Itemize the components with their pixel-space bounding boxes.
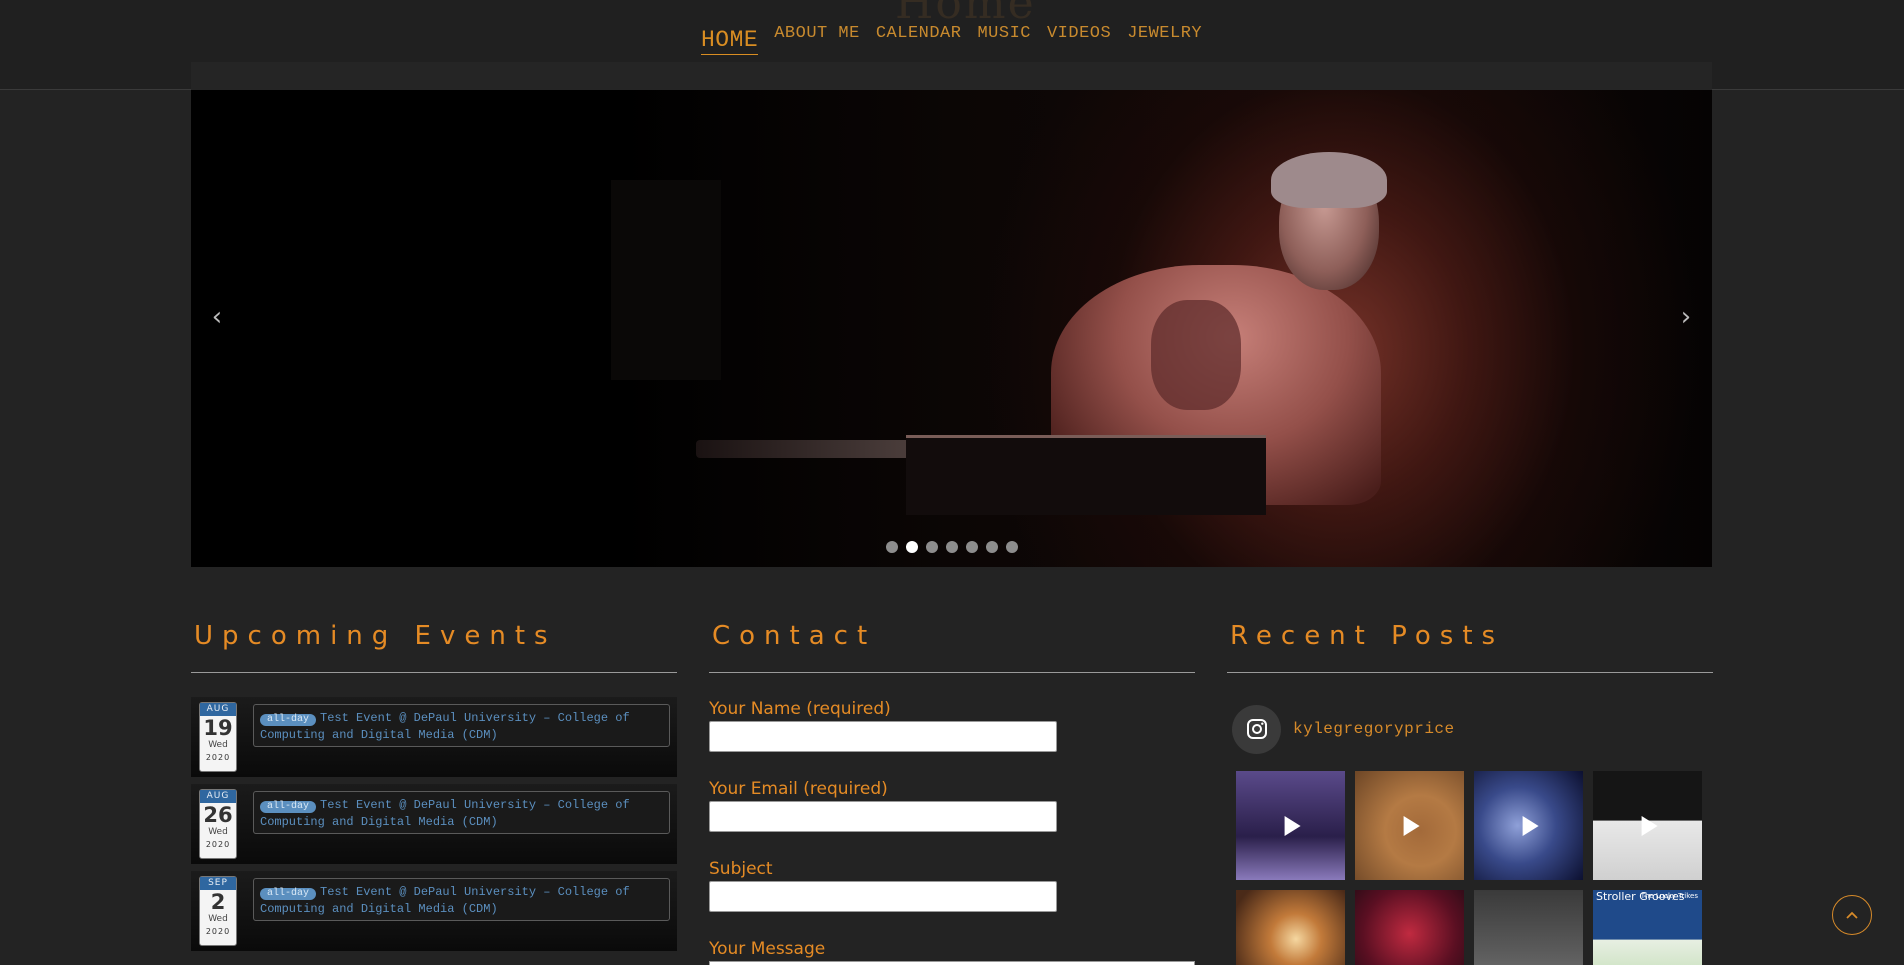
event-year: 2020 xyxy=(205,840,231,849)
chevron-right-icon[interactable]: › xyxy=(1675,302,1697,332)
email-field[interactable] xyxy=(709,801,1057,832)
event-day: 19 xyxy=(203,716,233,740)
all-day-badge: all-day xyxy=(260,714,317,726)
all-day-badge: all-day xyxy=(260,801,317,813)
back-to-top-button[interactable] xyxy=(1832,895,1872,935)
event-weekday: Wed xyxy=(208,827,228,837)
subject-field[interactable] xyxy=(709,881,1057,912)
instagram-post[interactable] xyxy=(1593,771,1702,880)
event-day: 26 xyxy=(203,803,233,827)
chevron-up-icon xyxy=(1846,911,1858,919)
section-heading-contact: Contact xyxy=(709,615,1195,673)
nav-item-jewelry[interactable]: JEWELRY xyxy=(1127,24,1202,43)
event-weekday: Wed xyxy=(208,740,228,750)
event-date-badge: AUG 26 Wed 2020 xyxy=(199,789,237,859)
event-item: AUG 19 Wed 2020 all-day Test Event @ DePa… xyxy=(191,697,677,777)
name-field[interactable] xyxy=(709,721,1057,752)
recent-posts-section: Recent Posts kylegregoryprice Stroller G… xyxy=(1227,615,1713,965)
post-tag: The Lucky Trikes xyxy=(1640,892,1698,900)
event-link[interactable]: all-day Test Event @ DePaul University – … xyxy=(253,704,670,747)
upcoming-events-section: Upcoming Events AUG 19 Wed 2020 all-day T… xyxy=(191,615,677,958)
event-link[interactable]: all-day Test Event @ DePaul University – … xyxy=(253,791,670,834)
slider-dot-1[interactable] xyxy=(886,541,898,553)
message-label: Your Message xyxy=(709,939,826,959)
play-icon xyxy=(1403,815,1420,836)
instagram-handle[interactable]: kylegregoryprice xyxy=(1293,720,1455,738)
slider-dots xyxy=(886,541,1018,553)
event-day: 2 xyxy=(210,890,226,914)
play-icon xyxy=(1641,815,1658,836)
name-label: Your Name (required) xyxy=(709,699,891,719)
performer-hair xyxy=(1271,152,1387,208)
subject-label: Subject xyxy=(709,859,773,879)
nav-item-home[interactable]: HOME xyxy=(701,27,759,55)
event-year: 2020 xyxy=(205,753,231,762)
events-list: AUG 19 Wed 2020 all-day Test Event @ DePa… xyxy=(191,697,677,951)
instagram-post[interactable] xyxy=(1474,771,1583,880)
instagram-post[interactable] xyxy=(1236,890,1345,965)
event-month: AUG xyxy=(200,703,236,716)
nav-item-videos[interactable]: VIDEOS xyxy=(1047,24,1111,43)
event-title: Test Event @ DePaul University – College… xyxy=(260,798,630,829)
slider-dot-4[interactable] xyxy=(946,541,958,553)
play-icon xyxy=(1284,815,1301,836)
email-label: Your Email (required) xyxy=(709,779,888,799)
slider-dot-6[interactable] xyxy=(986,541,998,553)
event-year: 2020 xyxy=(205,927,231,936)
slider-dot-3[interactable] xyxy=(926,541,938,553)
all-day-badge: all-day xyxy=(260,888,317,900)
event-month: AUG xyxy=(200,790,236,803)
event-item: AUG 26 Wed 2020 all-day Test Event @ DePa… xyxy=(191,784,677,864)
instagram-post[interactable] xyxy=(1355,771,1464,880)
dj-mixer xyxy=(906,435,1266,515)
event-link[interactable]: all-day Test Event @ DePaul University – … xyxy=(253,878,670,921)
instagram-grid: Stroller Grooves The Lucky Trikes xyxy=(1236,771,1713,965)
play-icon xyxy=(1522,815,1539,836)
section-heading-events: Upcoming Events xyxy=(191,615,677,673)
main-nav: HOME ABOUT ME CALENDAR MUSIC VIDEOS JEWE… xyxy=(701,24,1202,55)
event-title: Test Event @ DePaul University – College… xyxy=(260,885,630,916)
shirt-print xyxy=(1151,300,1241,410)
slider-dot-2[interactable] xyxy=(906,541,918,553)
event-title: Test Event @ DePaul University – College… xyxy=(260,711,630,742)
site-header: Home HOME ABOUT ME CALENDAR MUSIC VIDEOS… xyxy=(0,0,1904,90)
slider-dot-7[interactable] xyxy=(1006,541,1018,553)
instagram-profile[interactable]: kylegregoryprice xyxy=(1227,703,1713,755)
nav-item-about-me[interactable]: ABOUT ME xyxy=(774,24,860,43)
message-field[interactable] xyxy=(709,961,1195,965)
event-date-badge: SEP 2 Wed 2020 xyxy=(199,876,237,946)
contact-form: Your Name (required) Your Email (require… xyxy=(709,697,1195,965)
event-month: SEP xyxy=(200,877,236,890)
slide-background-panel xyxy=(611,180,721,380)
section-heading-posts: Recent Posts xyxy=(1227,615,1713,673)
nav-underbar xyxy=(191,62,1712,90)
slider-dot-5[interactable] xyxy=(966,541,978,553)
event-item: SEP 2 Wed 2020 all-day Test Event @ DePau… xyxy=(191,871,677,951)
hero-slider[interactable]: ‹ › xyxy=(191,90,1712,567)
instagram-post[interactable] xyxy=(1355,890,1464,965)
chevron-left-icon[interactable]: ‹ xyxy=(206,302,228,332)
instagram-post[interactable] xyxy=(1474,890,1583,965)
contact-section: Contact Your Name (required) Your Email … xyxy=(709,615,1195,965)
event-weekday: Wed xyxy=(208,914,228,924)
nav-item-calendar[interactable]: CALENDAR xyxy=(876,24,962,43)
instagram-icon[interactable] xyxy=(1232,704,1281,754)
nav-item-music[interactable]: MUSIC xyxy=(977,24,1031,43)
instagram-post[interactable]: Stroller Grooves The Lucky Trikes xyxy=(1593,890,1702,965)
instagram-post[interactable] xyxy=(1236,771,1345,880)
event-date-badge: AUG 19 Wed 2020 xyxy=(199,702,237,772)
